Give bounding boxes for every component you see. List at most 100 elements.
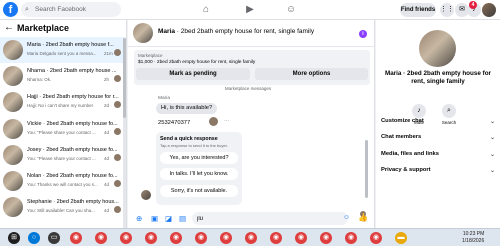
conversation-item[interactable]: Vickie · 2bed 2bath empty house fo... You…	[0, 116, 126, 142]
gif-icon[interactable]: ▤	[179, 214, 186, 223]
more-icon[interactable]: ⋯	[224, 119, 230, 125]
avatar	[3, 118, 23, 139]
clock-date: 1/18/2026	[462, 237, 485, 244]
bell-icon: ♪	[412, 104, 426, 118]
task-view-icon[interactable]: ▭	[48, 232, 60, 244]
chrome-icon[interactable]: ◉	[370, 232, 382, 244]
seen-avatar	[114, 179, 121, 187]
seen-avatar	[114, 127, 121, 135]
search-icon[interactable]: ○	[28, 232, 40, 244]
quick-response-button[interactable]: In talks. I'll let you know.	[160, 168, 238, 180]
chevron-down-icon: ⌄	[489, 135, 495, 141]
seen-avatar	[114, 49, 121, 56]
conversation-name: Hajji · 2bed 2bath empty house for r...	[27, 94, 119, 101]
file-explorer-icon[interactable]: ▬	[395, 232, 407, 244]
conversation-time: 4d	[104, 181, 110, 187]
emoji-icon[interactable]: ☺	[343, 214, 350, 221]
conversation-time: 2h	[104, 77, 110, 83]
scrollbar-thumb[interactable]	[123, 38, 126, 118]
chat-title[interactable]: Maria · 2bed 2bath empty house for rent,…	[158, 28, 314, 35]
search-placeholder: Search Facebook	[35, 6, 86, 13]
conversation-item[interactable]: Nolan · 2bed 2bath empty house fo... You:…	[0, 168, 126, 194]
back-arrow-icon[interactable]: ←	[4, 22, 14, 33]
conversation-preview: You: "Please share your contact ...	[27, 155, 96, 161]
more-options-button[interactable]: More options	[255, 68, 368, 80]
chrome-icon[interactable]: ◉	[195, 232, 207, 244]
contact-large-avatar[interactable]	[419, 30, 456, 67]
chrome-icon[interactable]: ◉	[295, 232, 307, 244]
conversation-preview: You: Still available! Can you sha...	[27, 208, 95, 214]
chevron-down-icon: ⌄	[489, 119, 495, 125]
top-navigation-bar: f ⌕ Search Facebook ⌂ ▶ ☺ Find friends ⋮…	[0, 0, 500, 20]
quick-response-title: Send a quick response	[160, 136, 218, 142]
chevron-down-icon: ⌄	[489, 152, 495, 158]
marketplace-conversation-list: ← Marketplace Maria · 2bed 2bath empty h…	[0, 20, 127, 228]
seen-avatar	[114, 101, 121, 109]
home-icon[interactable]: ⌂	[199, 3, 213, 17]
conversation-name: Nolan · 2bed 2bath empty house fo...	[27, 172, 118, 179]
menu-grid-icon[interactable]: ⋮⋮	[440, 3, 454, 17]
conversation-time: 4d	[104, 129, 110, 135]
chrome-icon[interactable]: ◉	[95, 232, 107, 244]
chat-avatar[interactable]	[133, 23, 153, 43]
chrome-icon[interactable]: ◉	[345, 232, 357, 244]
conversation-item[interactable]: Nharna · 2bed 2bath empty house ... Nharn…	[0, 63, 126, 89]
conversation-item[interactable]: Hajji · 2bed 2bath empty house for r... H…	[0, 89, 126, 115]
profile-avatar[interactable]	[482, 3, 496, 17]
clock-time: 10:23 PM	[462, 231, 485, 237]
conversation-name: Maria · 2bed 2bath empty house for rent,…	[384, 70, 492, 85]
chrome-icon[interactable]: ◉	[270, 232, 282, 244]
item-label: Chat members	[381, 134, 422, 140]
find-friends-button[interactable]: Find friends	[400, 3, 436, 17]
system-message: Marketplace messages	[224, 86, 272, 91]
sticker-icon[interactable]: ◪	[165, 214, 172, 223]
search-input[interactable]: ⌕ Search Facebook	[21, 2, 121, 17]
conversation-name: Josey · 2bed 2bath empty house fo...	[27, 146, 118, 153]
page-title: Marketplace	[17, 23, 70, 33]
avatar	[3, 92, 23, 113]
conversation-preview: You: Thanks we will contact you s...	[27, 181, 98, 187]
seen-avatar	[114, 75, 121, 83]
contact-avatar	[141, 190, 151, 200]
chrome-icon[interactable]: ◉	[245, 232, 257, 244]
customize-chat-item[interactable]: Customize chat ⌄	[381, 118, 495, 125]
like-icon[interactable]: 👍	[358, 213, 368, 222]
image-icon[interactable]: ▣	[151, 214, 158, 223]
groups-icon[interactable]: ☺	[284, 3, 298, 17]
media-files-links-item[interactable]: Media, files and links ⌄	[381, 151, 495, 158]
system-clock[interactable]: 10:23 PM 1/18/2026	[462, 231, 484, 244]
conversation-item[interactable]: Stephanie · 2bed 2bath empty hous... You:…	[0, 194, 126, 220]
chrome-icon[interactable]: ◉	[70, 232, 82, 244]
message-input[interactable]	[192, 212, 348, 225]
item-label: Customize chat	[381, 118, 424, 124]
mark-as-pending-button[interactable]: Mark as pending	[136, 68, 250, 80]
conversation-preview: Maria Delgado sent you a messa...	[27, 51, 97, 56]
quick-response-button[interactable]: Yes, are you interested?	[160, 152, 238, 164]
phone-number: 2532470377	[158, 120, 191, 126]
item-label: Privacy & support	[381, 167, 431, 173]
scrollbar-thumb[interactable]	[365, 140, 368, 198]
plus-icon[interactable]: ⊕	[136, 214, 142, 223]
chrome-icon[interactable]: ◉	[170, 232, 182, 244]
conversation-time: 21m	[104, 51, 113, 56]
conversation-item[interactable]: Maria · 2bed 2bath empty house f... Maria…	[0, 37, 126, 64]
chrome-icon[interactable]: ◉	[145, 232, 157, 244]
chrome-icon[interactable]: ◉	[320, 232, 332, 244]
conversation-preview: Nharna: Ok.	[27, 77, 52, 83]
privacy-support-item[interactable]: Privacy & support ⌄	[381, 167, 495, 174]
quick-response-button[interactable]: Sorry, it's not available.	[160, 185, 238, 197]
conversation-list: Maria · 2bed 2bath empty house f... Maria…	[0, 37, 126, 220]
info-icon[interactable]: i	[359, 30, 367, 38]
chat-members-item[interactable]: Chat members ⌄	[381, 134, 495, 141]
avatar	[3, 40, 23, 60]
message-bubble: Hi, is this available?	[156, 103, 218, 114]
conversation-item[interactable]: Josey · 2bed 2bath empty house fo... You:…	[0, 142, 126, 168]
listing-info[interactable]: $1,000 · 2bed 2bath empty house for rent…	[138, 60, 255, 65]
chrome-icon[interactable]: ◉	[220, 232, 232, 244]
chat-listing-title: · 2bed 2bath empty house for rent, singl…	[176, 28, 315, 35]
facebook-logo[interactable]: f	[3, 2, 18, 17]
chrome-icon[interactable]: ◉	[120, 232, 132, 244]
video-icon[interactable]: ▶	[243, 3, 257, 17]
windows-start-icon[interactable]: ⊞	[8, 232, 20, 244]
conversation-name: Nharna · 2bed 2bath empty house ...	[27, 68, 117, 75]
